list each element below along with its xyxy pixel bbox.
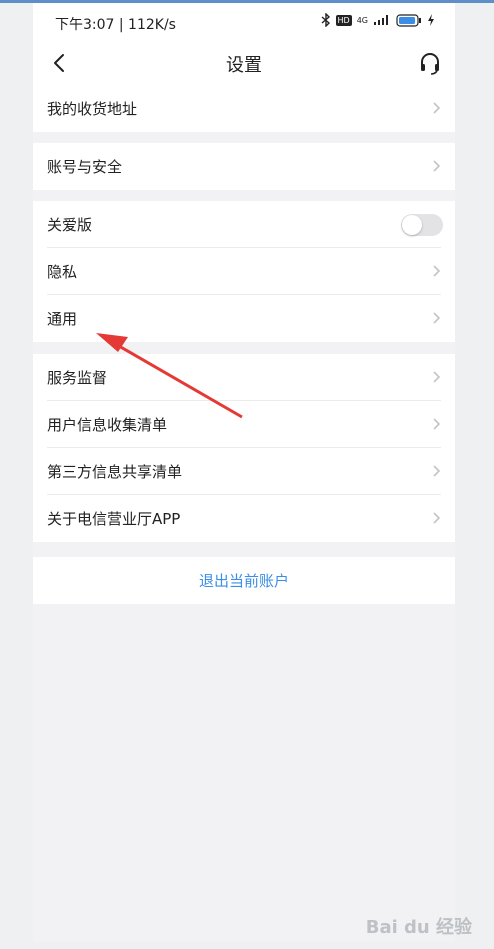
battery-icon (396, 13, 421, 27)
care-mode-toggle[interactable] (401, 214, 443, 236)
row-care-mode: 关爱版 (47, 201, 443, 248)
hd-icon: HD (335, 14, 352, 26)
row-label: 关爱版 (47, 216, 93, 234)
nav-bar: 设置 (33, 41, 455, 85)
watermark-logo: Bai du 经验 (365, 917, 472, 938)
status-icons: HD 4G (321, 13, 435, 27)
page-title: 设置 (226, 55, 262, 76)
row-about-app[interactable]: 关于电信营业厅APP (47, 495, 441, 542)
charging-icon (428, 14, 434, 26)
row-label: 通用 (47, 310, 78, 328)
chevron-right-icon (433, 265, 441, 277)
row-service-supervision[interactable]: 服务监督 (47, 354, 441, 401)
row-account-security[interactable]: 账号与安全 (47, 143, 441, 190)
row-label: 第三方信息共享清单 (47, 463, 183, 481)
row-shipping-address[interactable]: 我的收货地址 (47, 85, 441, 132)
chevron-right-icon (433, 418, 441, 430)
status-time: 下午3:07 | 112K/s (55, 17, 176, 33)
signal-icon (374, 15, 388, 25)
chevron-right-icon (433, 160, 441, 172)
row-label: 隐私 (47, 263, 78, 281)
settings-group-info: 服务监督 用户信息收集清单 第三方信息共享清单 关于电信营业厅APP (33, 354, 455, 542)
row-user-info-list[interactable]: 用户信息收集清单 (47, 401, 441, 448)
row-label: 关于电信营业厅APP (47, 510, 181, 528)
row-label: 账号与安全 (47, 158, 123, 176)
chevron-right-icon (433, 512, 441, 524)
status-bar: 下午3:07 | 112K/s HD 4G (33, 3, 455, 41)
toggle-knob (402, 215, 422, 235)
settings-group-account: 账号与安全 (33, 143, 455, 190)
phone-screen: 下午3:07 | 112K/s HD 4G 设置 我的收货地址 账号与安全 关爱… (33, 3, 455, 941)
network-type: 4G (356, 15, 368, 25)
row-label: 我的收货地址 (47, 100, 138, 118)
bluetooth-icon (321, 13, 330, 27)
logout-label: 退出当前账户 (198, 572, 289, 590)
row-label: 服务监督 (47, 369, 108, 387)
chevron-right-icon (433, 465, 441, 477)
chevron-right-icon (433, 312, 441, 324)
logout-button[interactable]: 退出当前账户 (33, 557, 455, 604)
settings-group-address: 我的收货地址 (33, 85, 455, 132)
chevron-right-icon (433, 371, 441, 383)
row-privacy[interactable]: 隐私 (47, 248, 441, 295)
row-general[interactable]: 通用 (47, 295, 441, 342)
row-label: 用户信息收集清单 (47, 416, 168, 434)
settings-group-general: 关爱版 隐私 通用 (33, 201, 455, 342)
chevron-right-icon (433, 102, 441, 114)
row-third-party-list[interactable]: 第三方信息共享清单 (47, 448, 441, 495)
headset-icon[interactable] (417, 50, 443, 76)
